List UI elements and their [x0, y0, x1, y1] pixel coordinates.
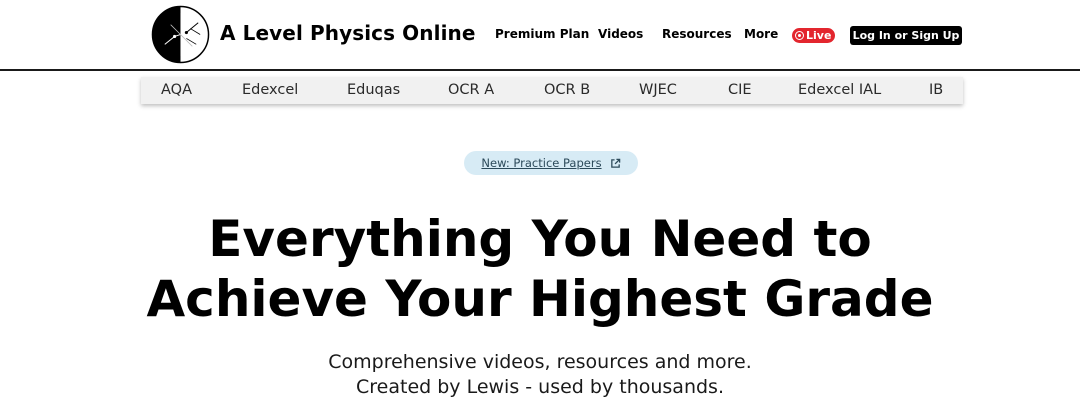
hero-subtitle-line-2: Created by Lewis - used by thousands.	[356, 376, 724, 398]
external-link-icon	[610, 158, 620, 168]
live-dot-icon	[795, 31, 804, 40]
board-cie[interactable]: CIE	[728, 82, 752, 98]
board-aqa[interactable]: AQA	[161, 82, 192, 98]
nav-videos[interactable]: Videos	[598, 27, 643, 41]
board-edexcel[interactable]: Edexcel	[242, 82, 298, 98]
board-eduqas[interactable]: Eduqas	[347, 82, 400, 98]
hero-heading-line-2: Achieve Your Highest Grade	[146, 270, 934, 328]
site-header: A Level Physics Online Premium Plan Vide…	[0, 0, 1080, 71]
board-ocr-a[interactable]: OCR A	[448, 82, 494, 98]
exam-board-bar: AQA Edexcel Eduqas OCR A OCR B WJEC CIE …	[141, 77, 963, 104]
live-button[interactable]: Live	[792, 28, 836, 43]
practice-papers-link[interactable]: New: Practice Papers	[464, 151, 638, 175]
practice-papers-label: New: Practice Papers	[481, 156, 602, 170]
hero-subtitle-line-1: Comprehensive videos, resources and more…	[328, 351, 752, 373]
hero-heading-line-1: Everything You Need to	[208, 210, 872, 268]
login-signup-button[interactable]: Log In or Sign Up	[850, 26, 962, 45]
physics-logo-icon[interactable]	[151, 5, 210, 64]
board-wjec[interactable]: WJEC	[639, 82, 677, 98]
board-edexcel-ial[interactable]: Edexcel IAL	[798, 82, 881, 98]
nav-resources[interactable]: Resources	[662, 27, 732, 41]
live-label: Live	[806, 29, 832, 42]
board-ocr-b[interactable]: OCR B	[544, 82, 590, 98]
nav-more[interactable]: More	[744, 27, 778, 41]
site-brand[interactable]: A Level Physics Online	[220, 21, 476, 45]
board-ib[interactable]: IB	[929, 82, 943, 98]
nav-premium-plan[interactable]: Premium Plan	[495, 27, 589, 41]
